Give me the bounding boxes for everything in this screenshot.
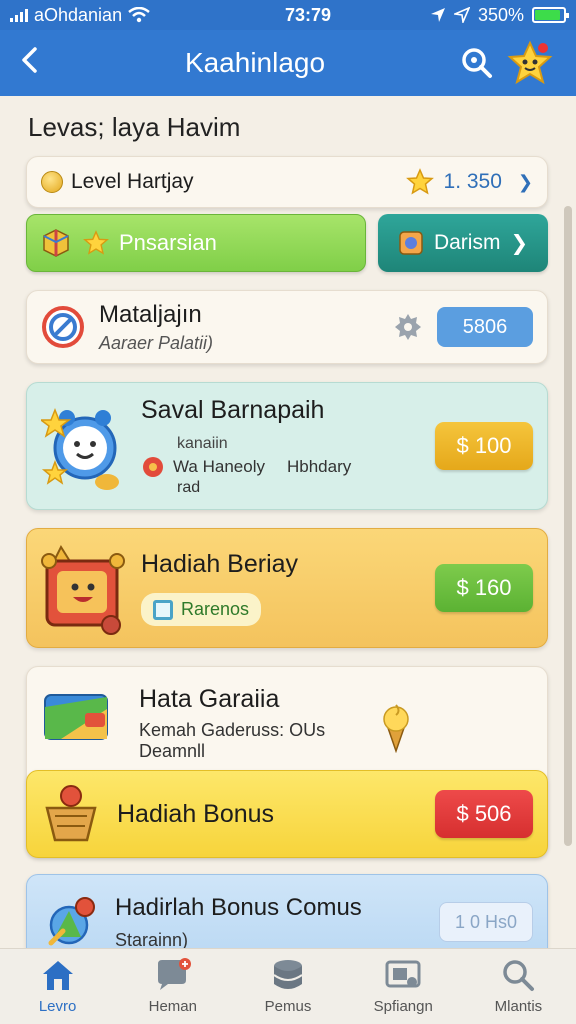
bonus-price-button[interactable]: $ 506 bbox=[435, 790, 533, 838]
tab-heman[interactable]: Heman bbox=[115, 949, 230, 1024]
navigation-icon bbox=[453, 7, 470, 23]
search-icon[interactable] bbox=[452, 46, 502, 80]
gift-box-icon bbox=[41, 544, 125, 635]
cube-icon bbox=[43, 229, 69, 257]
tab-pemus[interactable]: Pemus bbox=[230, 949, 345, 1024]
coin-icon bbox=[41, 171, 63, 193]
combo-card[interactable]: Hadirlah Bonus Comus Starainn) 1 0 Hs0 bbox=[26, 874, 548, 948]
task-value-badge: 5806 bbox=[437, 307, 533, 347]
chevron-right-icon: ❯ bbox=[510, 231, 529, 255]
daily-price-button[interactable]: $ 160 bbox=[435, 564, 533, 612]
wallet-icon bbox=[44, 694, 108, 740]
tab-spfiangn[interactable]: Spfiangn bbox=[346, 949, 461, 1024]
target-icon bbox=[42, 306, 84, 348]
location-icon bbox=[430, 8, 445, 22]
wallet-line-1: Kemah Gaderuss: OUs bbox=[139, 720, 326, 740]
bonus-title: Hadiah Bonus bbox=[117, 799, 275, 828]
combo-value-badge[interactable]: 1 0 Hs0 bbox=[439, 902, 533, 942]
home-icon bbox=[42, 961, 73, 990]
combo-title: Hadirlah Bonus Comus bbox=[115, 893, 362, 921]
reward-card[interactable]: Saval Barnapaih kanaiin Wa Haneoly Hbhda… bbox=[26, 382, 548, 510]
rocket-icon bbox=[48, 897, 95, 946]
tab-label: Mlantis bbox=[494, 998, 543, 1015]
reward-line-1: kanaiin bbox=[177, 434, 228, 452]
reward-title: Saval Barnapaih bbox=[141, 395, 325, 424]
flower-icon bbox=[143, 456, 163, 477]
status-bar: aOhdanian 73:79 350% bbox=[0, 0, 576, 30]
level-row[interactable]: Level Hartjay 1. 350 ❯ bbox=[26, 156, 548, 208]
back-arrow-icon[interactable] bbox=[18, 44, 58, 83]
tab-label: Pemus bbox=[264, 998, 312, 1015]
clock: 73:79 bbox=[284, 4, 332, 25]
primary-action-button[interactable]: Pnsarsian bbox=[26, 214, 366, 272]
star-avatar-icon[interactable] bbox=[502, 40, 558, 86]
wifi-icon bbox=[128, 7, 150, 23]
reward-line-3: Hbhdary bbox=[286, 456, 352, 476]
wallet-line-2: Deamnll bbox=[139, 741, 206, 761]
wallet-title: Hata Garaiia bbox=[139, 685, 280, 713]
signal-icon bbox=[10, 8, 28, 22]
scrollbar[interactable] bbox=[564, 206, 572, 846]
primary-action-label: Pnsarsian bbox=[119, 230, 217, 255]
reward-price-button[interactable]: $ 100 bbox=[435, 422, 533, 470]
tab-mlantis[interactable]: Mlantis bbox=[461, 949, 576, 1024]
daily-tag[interactable]: Rarenos bbox=[141, 593, 262, 626]
secondary-action-label: Darism bbox=[433, 231, 501, 254]
checkbox-icon bbox=[153, 599, 173, 620]
chevron-right-icon: ❯ bbox=[517, 171, 533, 192]
star-icon bbox=[405, 168, 434, 195]
battery-icon bbox=[532, 7, 569, 23]
alarm-clock-icon bbox=[41, 407, 119, 490]
star-icon bbox=[83, 230, 109, 255]
battery-percent: 350% bbox=[477, 4, 524, 25]
combo-subtitle: Starainn) bbox=[115, 929, 189, 949]
tab-levro[interactable]: Levro bbox=[0, 949, 115, 1024]
content-area: Levas; laya Havim Level Hartjay 1. 350 ❯… bbox=[0, 96, 576, 948]
daily-tag-label: Rarenos bbox=[181, 599, 250, 619]
bonus-card[interactable]: Hadiah Bonus $ 506 bbox=[26, 770, 548, 858]
carrier-name: aOhdanian bbox=[34, 4, 123, 25]
task-card[interactable]: Mataljajın Aaraer Palatii) 5806 bbox=[26, 290, 548, 364]
gear-icon bbox=[395, 314, 421, 340]
bottom-tab-bar: Levro Heman Pemus Spfiangn Mlantis bbox=[0, 948, 576, 1024]
level-points: 1. 350 bbox=[443, 170, 502, 193]
ice-cream-icon bbox=[383, 704, 409, 753]
daily-title: Hadiah Beriay bbox=[141, 550, 299, 578]
level-label: Level Hartjay bbox=[71, 170, 194, 193]
daily-gift-card[interactable]: Hadiah Beriay Rarenos $ 160 bbox=[26, 528, 548, 648]
tab-label: Spfiangn bbox=[373, 998, 433, 1015]
app-bar: Kaahinlago bbox=[0, 30, 576, 96]
section-title: Levas; laya Havim bbox=[28, 112, 241, 142]
database-icon bbox=[273, 960, 303, 989]
secondary-action-button[interactable]: Darism ❯ bbox=[378, 214, 548, 272]
screen-icon bbox=[385, 960, 421, 988]
basket-icon bbox=[45, 785, 97, 842]
tab-label: Heman bbox=[148, 998, 197, 1015]
task-title: Mataljajın bbox=[99, 300, 202, 328]
chat-icon bbox=[157, 958, 191, 990]
reward-line-4: rad bbox=[177, 478, 201, 496]
battery-level bbox=[535, 10, 561, 20]
task-subtitle: Aaraer Palatii) bbox=[99, 332, 214, 353]
reward-line-2: Wa Haneoly Hbhdary bbox=[141, 455, 435, 479]
search-icon bbox=[503, 960, 535, 991]
page-title: Kaahinlago bbox=[184, 47, 326, 78]
badge-icon bbox=[399, 231, 423, 255]
tab-label: Levro bbox=[38, 998, 77, 1015]
reward-line-2-text: Wa Haneoly bbox=[173, 456, 265, 476]
